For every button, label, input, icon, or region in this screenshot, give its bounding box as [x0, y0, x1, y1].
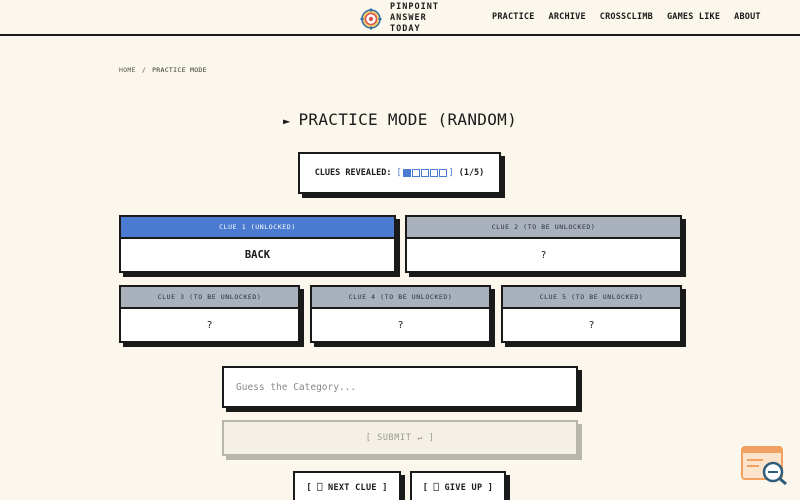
progress-cell: [438, 169, 447, 177]
progress-cell: [429, 169, 438, 177]
clue-4-header: CLUE 4 (TO BE UNLOCKED): [312, 287, 489, 309]
give-up-button[interactable]: [ ⎕ GIVE UP ]: [410, 471, 506, 500]
clue-2-value: ?: [540, 249, 547, 261]
nav-about[interactable]: ABOUT: [734, 12, 761, 22]
clues-revealed-label: CLUES REVEALED:: [314, 168, 392, 178]
clue-5-value: ?: [588, 319, 595, 331]
site-logo[interactable]: PINPOINT ANSWER TODAY: [360, 2, 450, 35]
site-header: PINPOINT ANSWER TODAY PRACTICE ARCHIVE C…: [0, 0, 800, 36]
nav-practice[interactable]: PRACTICE: [492, 12, 535, 22]
breadcrumb: HOME / PRACTICE MODE: [119, 66, 207, 74]
clue-5-header: CLUE 5 (TO BE UNLOCKED): [503, 287, 680, 309]
page-title-text: PRACTICE MODE (RANDOM): [298, 110, 518, 129]
progress-close-bracket: ]: [448, 168, 454, 178]
progress-open-bracket: [: [396, 168, 402, 178]
breadcrumb-home[interactable]: HOME: [119, 66, 136, 74]
search-help-icon[interactable]: [741, 446, 789, 486]
guess-input[interactable]: [222, 366, 578, 408]
progress-cell: [411, 169, 420, 177]
clue-card-1: CLUE 1 (UNLOCKED) BACK: [119, 215, 396, 273]
progress-cell: [402, 169, 411, 177]
clue-card-5[interactable]: CLUE 5 (TO BE UNLOCKED) ?: [501, 285, 682, 343]
progress-cells: [402, 169, 448, 177]
logo-text: PINPOINT ANSWER TODAY: [390, 2, 439, 34]
page-title: ► PRACTICE MODE (RANDOM): [0, 110, 800, 129]
breadcrumb-separator: /: [141, 66, 147, 74]
compass-logo-icon: [360, 8, 382, 29]
clue-4-value: ?: [397, 319, 404, 331]
clue-card-4[interactable]: CLUE 4 (TO BE UNLOCKED) ?: [310, 285, 491, 343]
nav-archive[interactable]: ARCHIVE: [549, 12, 586, 22]
nav-games-like[interactable]: GAMES LIKE: [667, 12, 720, 22]
clue-1-value: BACK: [244, 249, 271, 261]
clues-revealed-count: (1/5): [458, 168, 485, 178]
clue-3-header: CLUE 3 (TO BE UNLOCKED): [121, 287, 298, 309]
submit-button[interactable]: [ SUBMIT ↵ ]: [222, 420, 578, 456]
progress-cell: [420, 169, 429, 177]
nav-crossclimb[interactable]: CROSSCLIMB: [600, 12, 653, 22]
next-clue-button[interactable]: [ ⎕ NEXT CLUE ]: [293, 471, 401, 500]
clue-1-header: CLUE 1 (UNLOCKED): [121, 217, 394, 239]
clue-card-3[interactable]: CLUE 3 (TO BE UNLOCKED) ?: [119, 285, 300, 343]
clues-revealed-box: CLUES REVEALED: [ ] (1/5): [298, 152, 501, 194]
clue-3-value: ?: [206, 319, 213, 331]
clue-2-header: CLUE 2 (TO BE UNLOCKED): [407, 217, 680, 239]
clues-progress-bar: [ ]: [396, 168, 453, 178]
main-nav: PRACTICE ARCHIVE CROSSCLIMB GAMES LIKE A…: [492, 12, 775, 22]
breadcrumb-current: PRACTICE MODE: [152, 66, 207, 74]
clue-card-2[interactable]: CLUE 2 (TO BE UNLOCKED) ?: [405, 215, 682, 273]
play-arrow-icon: ►: [282, 114, 291, 128]
